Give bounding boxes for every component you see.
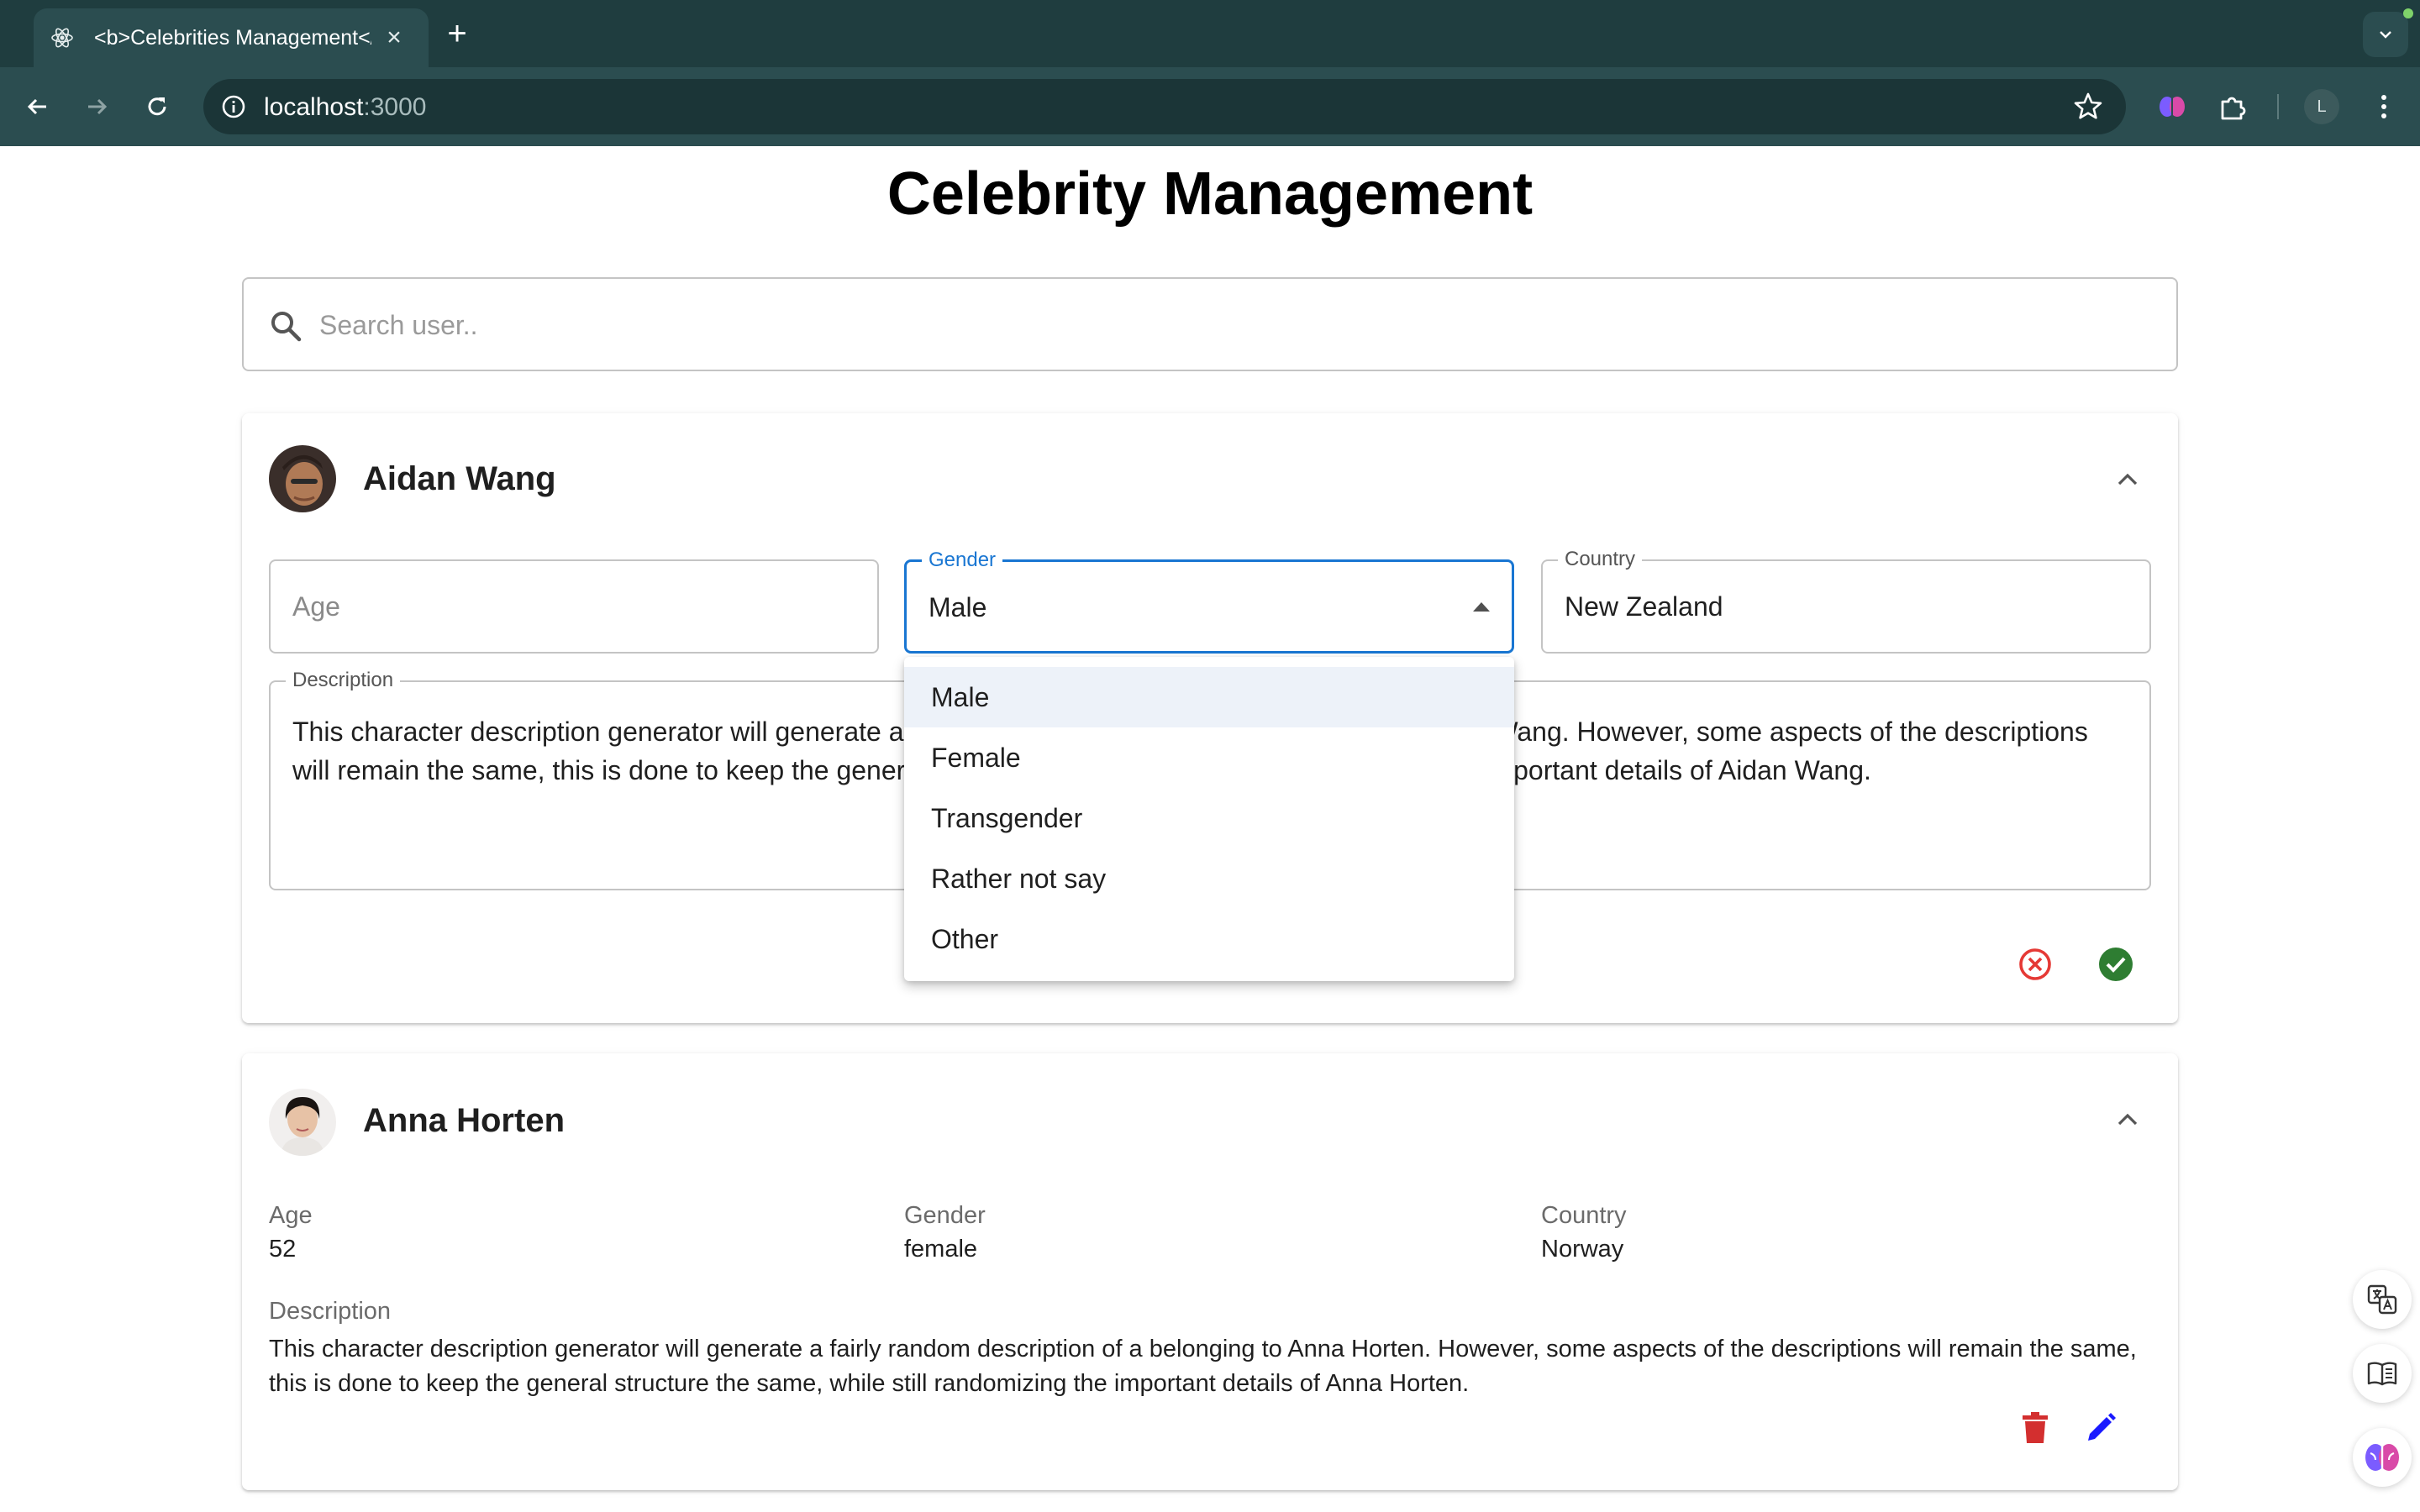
gender-option[interactable]: Other: [904, 909, 1514, 969]
age-input[interactable]: [292, 585, 839, 628]
new-tab-button[interactable]: +: [440, 17, 474, 50]
browser-tabstrip: <b>Celebrities Management</b> × +: [0, 0, 2420, 67]
gender-value: female: [904, 1236, 978, 1263]
address-bar[interactable]: localhost:3000: [203, 79, 2126, 134]
celebrity-name: Aidan Wang: [363, 460, 556, 497]
toolbar-divider: [2277, 94, 2279, 119]
caret-up-icon: [1473, 602, 1490, 612]
reload-icon: [148, 97, 166, 116]
forward-arrow-icon: [88, 98, 108, 115]
chevron-up-icon: [2118, 1113, 2138, 1126]
avatar: [269, 445, 336, 512]
site-info-icon[interactable]: [213, 87, 254, 127]
url-host: localhost: [264, 93, 364, 121]
check-circle-icon: [2099, 948, 2133, 981]
search-icon: [271, 312, 302, 342]
edit-button[interactable]: [2077, 1404, 2124, 1452]
gender-label: Gender: [904, 1202, 986, 1229]
book-icon: [2367, 1362, 2397, 1386]
gender-value: Male: [929, 592, 987, 622]
url-text: localhost:3000: [264, 94, 426, 121]
gender-select[interactable]: Gender Male: [904, 549, 1514, 654]
brain-icon: [2365, 1444, 2399, 1471]
collapse-button[interactable]: [2111, 462, 2144, 496]
tab-title: <b>Celebrities Management</b>: [94, 25, 371, 50]
description-label: Description: [269, 1298, 392, 1325]
celebrity-card-view: Anna Horten Age 52 Gender female Country…: [242, 1053, 2178, 1490]
cancel-button[interactable]: [2012, 941, 2059, 988]
reload-button[interactable]: [136, 86, 178, 128]
reading-mode-button[interactable]: [2353, 1344, 2412, 1403]
pencil-icon: [2088, 1413, 2116, 1441]
age-label: Age: [269, 1202, 313, 1229]
country-label: Country: [1541, 1202, 1627, 1229]
gender-option[interactable]: Male: [904, 667, 1514, 727]
close-tab-icon[interactable]: ×: [381, 25, 407, 50]
cancel-circle-icon: [2019, 948, 2051, 980]
brain-extension-icon[interactable]: [2151, 86, 2193, 128]
avatar: [269, 1089, 336, 1156]
country-value: Norway: [1541, 1236, 1624, 1263]
back-arrow-icon: [27, 98, 46, 115]
assistant-button[interactable]: [2353, 1428, 2412, 1487]
country-label: Country: [1558, 548, 1643, 571]
profile-avatar[interactable]: L: [2304, 89, 2339, 124]
browser-menu-button[interactable]: [2363, 86, 2405, 128]
description-text: This character description generator wil…: [269, 1336, 2137, 1397]
confirm-button[interactable]: [2092, 941, 2139, 988]
trash-icon: [2023, 1412, 2048, 1443]
translate-icon: [2367, 1284, 2397, 1315]
bookmark-star-icon[interactable]: [2072, 91, 2104, 123]
react-icon: [49, 24, 76, 51]
celebrity-name: Anna Horten: [363, 1102, 565, 1139]
gender-option[interactable]: Transgender: [904, 788, 1514, 848]
extensions-puzzle-icon[interactable]: [2212, 86, 2254, 128]
search-box[interactable]: [242, 277, 2178, 371]
chevron-down-icon: [2380, 31, 2391, 39]
url-port: :3000: [363, 93, 427, 121]
page-title: Celebrity Management: [886, 160, 1534, 228]
gender-option[interactable]: Female: [904, 727, 1514, 788]
chevron-up-icon: [2118, 473, 2138, 486]
delete-button[interactable]: [2012, 1404, 2059, 1452]
translate-button[interactable]: [2353, 1270, 2412, 1329]
tab-search-button[interactable]: [2363, 12, 2408, 57]
search-input[interactable]: [319, 304, 2084, 346]
forward-button[interactable]: [76, 86, 118, 128]
country-field[interactable]: Country New Zealand: [1541, 548, 2151, 654]
status-dot: [2403, 8, 2413, 18]
gender-option[interactable]: Rather not say: [904, 848, 1514, 909]
browser-toolbar: localhost:3000: [0, 67, 2420, 146]
gender-dropdown-menu: Male Female Transgender Rather not say O…: [904, 657, 1514, 981]
kebab-menu-icon: [2381, 95, 2386, 118]
age-value: 52: [269, 1236, 297, 1263]
browser-tab[interactable]: <b>Celebrities Management</b> ×: [34, 8, 429, 67]
gender-label: Gender: [922, 549, 1003, 572]
country-value[interactable]: New Zealand: [1565, 590, 1723, 623]
description-label: Description: [286, 669, 401, 692]
back-button[interactable]: [17, 86, 59, 128]
collapse-button[interactable]: [2111, 1102, 2144, 1136]
age-field[interactable]: [269, 559, 879, 654]
